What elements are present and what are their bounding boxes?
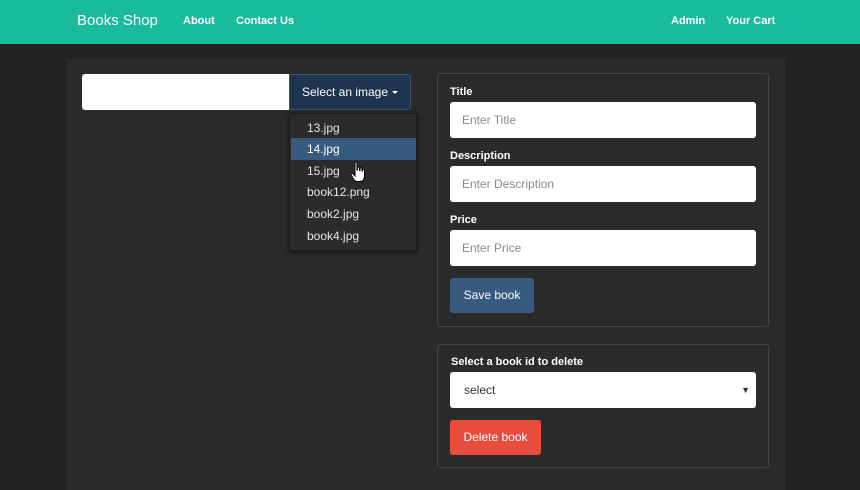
nav-about-link[interactable]: About: [183, 15, 215, 27]
nav-contact-link[interactable]: Contact Us: [236, 15, 294, 27]
title-label: Title: [450, 86, 473, 98]
select-image-label: Select an image: [301, 85, 389, 99]
brand-link[interactable]: Books Shop: [77, 12, 158, 29]
description-input[interactable]: [450, 166, 756, 202]
image-path-input[interactable]: [82, 74, 290, 110]
save-book-button[interactable]: Save book: [450, 278, 534, 313]
delete-label: Select a book id to delete: [451, 356, 584, 368]
delete-book-button[interactable]: Delete book: [450, 420, 541, 455]
image-option[interactable]: 13.jpg: [291, 117, 416, 139]
image-option-highlighted[interactable]: 14.jpg: [291, 138, 416, 160]
description-label: Description: [450, 150, 511, 162]
dropdown-arrow-icon: ▼: [741, 385, 750, 395]
price-label: Price: [450, 214, 477, 226]
nav-admin-link[interactable]: Admin: [671, 15, 705, 27]
book-id-select[interactable]: select ▼: [450, 372, 756, 408]
title-input[interactable]: [450, 102, 756, 138]
image-option[interactable]: book12.png: [291, 181, 416, 203]
hand-cursor-icon: [350, 161, 365, 182]
image-option[interactable]: book2.jpg: [291, 203, 416, 225]
navbar: Books Shop About Contact Us Admin Your C…: [0, 0, 860, 44]
book-id-select-value: select: [464, 383, 496, 397]
select-image-button[interactable]: Select an image: [289, 74, 411, 110]
price-input[interactable]: [450, 230, 756, 266]
image-option[interactable]: book4.jpg: [291, 225, 416, 247]
caret-down-icon: [392, 91, 399, 95]
nav-cart-link[interactable]: Your Cart: [726, 15, 775, 27]
